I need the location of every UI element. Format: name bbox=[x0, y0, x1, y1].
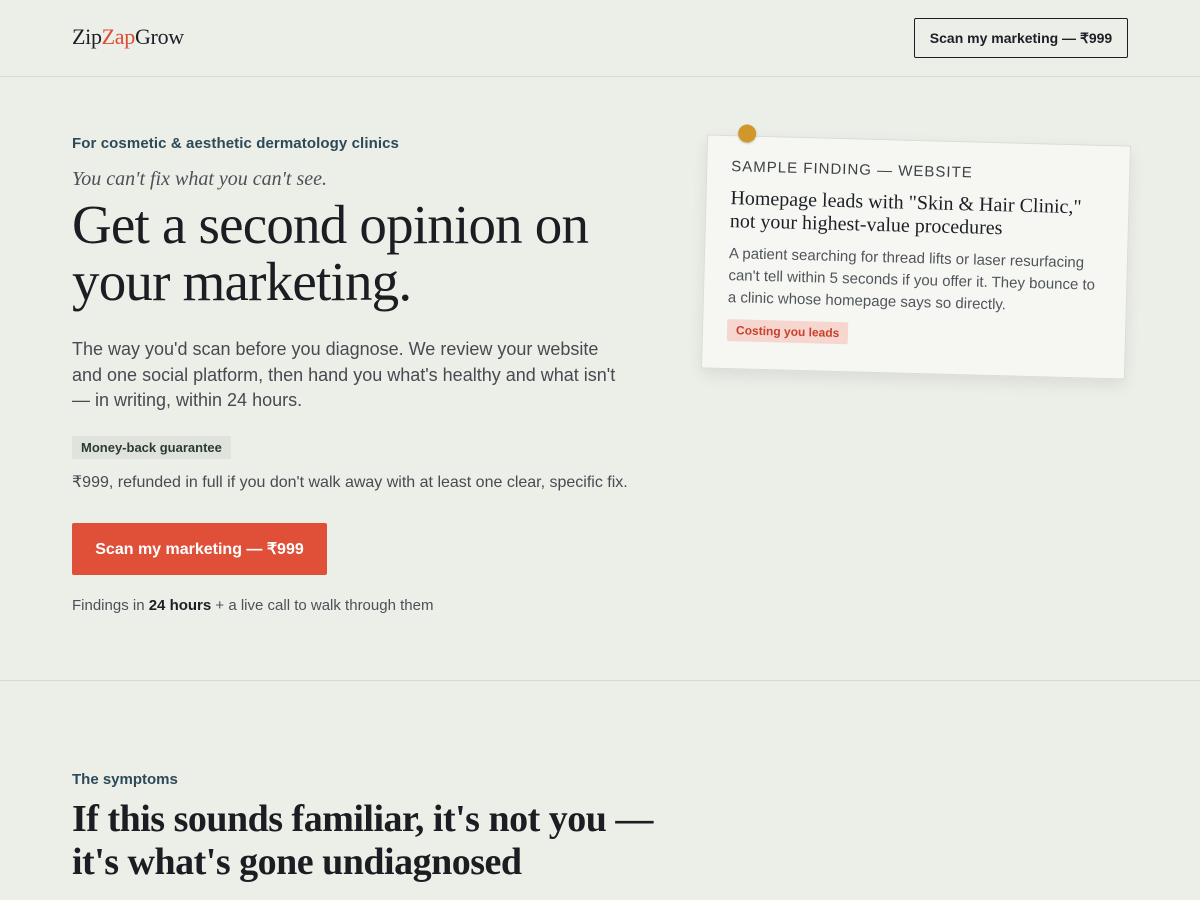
header-scan-button[interactable]: Scan my marketing — ₹999 bbox=[914, 18, 1128, 58]
section-divider bbox=[0, 680, 1200, 681]
findings-duration: 24 hours bbox=[148, 597, 212, 614]
pin-icon bbox=[737, 124, 757, 143]
card-status-tag: Costing you leads bbox=[726, 319, 849, 345]
symptoms-eyebrow: The symptoms bbox=[72, 771, 178, 788]
logo-text-zip: Zip bbox=[72, 24, 102, 49]
findings-suffix: + a live call to walk through them bbox=[211, 597, 434, 614]
logo-text-zap: Zap bbox=[101, 24, 136, 49]
site-header: ZipZapGrow Scan my marketing — ₹999 bbox=[0, 0, 1200, 77]
hero-headline: Get a second opinion on your marketing. bbox=[72, 194, 589, 312]
symptoms-title: If this sounds familiar, it's not you — … bbox=[72, 798, 653, 883]
guarantee-badge: Money-back guarantee bbox=[72, 436, 231, 459]
hero-lede: The way you'd scan before you diagnose. … bbox=[72, 339, 616, 410]
hero-tagline: You can't fix what you can't see. bbox=[72, 168, 328, 190]
card-title: Homepage leads with "Skin & Hair Clinic,… bbox=[729, 187, 1082, 240]
findings-note: Findings in 24 hours + a live call to wa… bbox=[72, 597, 433, 614]
hero-scan-button[interactable]: Scan my marketing — ₹999 bbox=[72, 523, 327, 575]
sample-finding-card: SAMPLE FINDING — WEBSITE Homepage leads … bbox=[701, 124, 1131, 380]
card-label: SAMPLE FINDING — WEBSITE bbox=[731, 158, 973, 182]
logo-text-grow: Grow bbox=[134, 24, 184, 49]
hero-eyebrow: For cosmetic & aesthetic dermatology cli… bbox=[72, 135, 400, 152]
logo[interactable]: ZipZapGrow bbox=[72, 24, 184, 50]
findings-prefix: Findings in bbox=[72, 597, 149, 614]
card-body: A patient searching for thread lifts or … bbox=[727, 245, 1096, 314]
guarantee-text: ₹999, refunded in full if you don't walk… bbox=[72, 474, 628, 491]
